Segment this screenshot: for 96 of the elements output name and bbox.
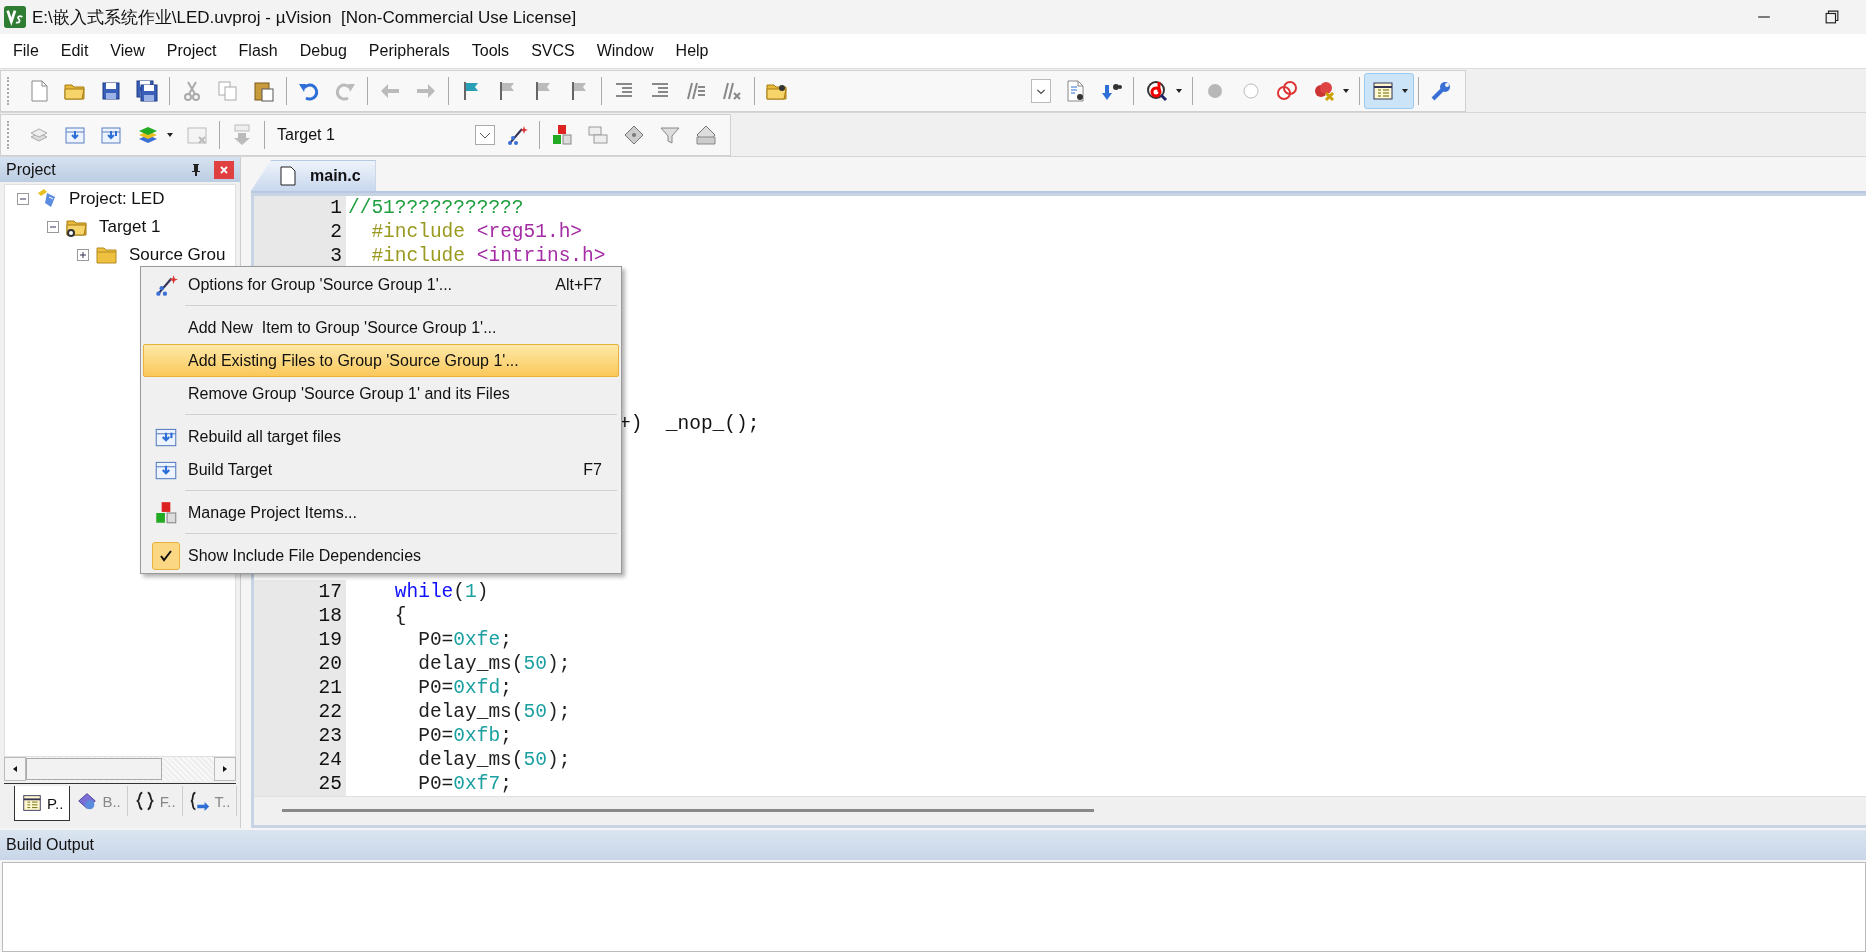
- breakpoints-icon[interactable]: [1275, 78, 1299, 103]
- triangle-left-icon: [11, 765, 19, 773]
- code-line: delay_ms(50);: [417, 653, 571, 675]
- debug-icon: [1145, 78, 1169, 103]
- line-number: 25: [318, 773, 342, 795]
- code-line: while(1): [393, 581, 489, 603]
- code-line: P0=0xfd;: [417, 677, 512, 699]
- code-line: delay_ms(50);: [417, 701, 571, 723]
- shortcut-label: Alt+F7: [555, 275, 602, 294]
- close-button[interactable]: [214, 160, 234, 179]
- code-line: #include <reg51.h>: [370, 221, 583, 243]
- line-number: 20: [318, 653, 342, 675]
- tab-label: T..: [214, 792, 231, 810]
- menu-item-label: Remove Group 'Source Group 1' and its Files: [188, 384, 511, 403]
- line-number: 21: [318, 677, 342, 699]
- panel-tab[interactable]: P..: [14, 786, 71, 821]
- line-number: 23: [318, 725, 342, 747]
- line-number: 17: [318, 581, 342, 603]
- line-number: 1: [330, 197, 342, 219]
- expander-icon[interactable]: [47, 221, 59, 233]
- target-dropdown[interactable]: Target 1: [277, 119, 495, 150]
- line-number: 24: [318, 749, 342, 771]
- code-fragment: +) _nop_();: [618, 413, 760, 435]
- menu-item[interactable]: Help: [664, 42, 720, 60]
- menu-item-label: Options for Group 'Source Group 1'...: [188, 275, 453, 294]
- caret-icon: [166, 130, 174, 139]
- manage-items-icon[interactable]: [550, 122, 574, 147]
- expander-icon[interactable]: [17, 193, 29, 205]
- scroll-thumb[interactable]: [26, 758, 162, 780]
- shortcut-label: F7: [583, 460, 602, 479]
- panel-title: Build Output: [6, 836, 95, 854]
- caret-icon: [1342, 86, 1350, 95]
- menu-item[interactable]: Debug: [288, 42, 358, 60]
- file-tab[interactable]: main.c: [251, 160, 376, 191]
- line-number: 18: [318, 605, 342, 627]
- dropdown-button[interactable]: [1031, 78, 1051, 103]
- menu-item-label: Add New Item to Group 'Source Group 1'...: [188, 318, 498, 337]
- menu-item[interactable]: Project: [155, 42, 228, 60]
- pin-icon[interactable]: [190, 162, 202, 177]
- tree-item[interactable]: Project: LED: [69, 189, 165, 209]
- scroll-thumb[interactable]: [282, 809, 1094, 812]
- context-menu-item[interactable]: Remove Group 'Source Group 1' and its Files: [143, 377, 619, 410]
- code-line: P0=0xfe;: [417, 629, 512, 651]
- project-tab-icon: [21, 792, 43, 814]
- tree-item[interactable]: Target 1: [99, 217, 161, 237]
- panel-title: Project: [6, 160, 56, 179]
- code-line: {: [393, 605, 407, 627]
- menu-item[interactable]: Tools: [460, 42, 521, 60]
- manage-items-icon: [153, 499, 179, 526]
- context-menu-item[interactable]: Rebuild all target files: [143, 420, 619, 453]
- line-number: 2: [330, 221, 342, 243]
- scroll-right-button[interactable]: [214, 757, 236, 781]
- context-menu-item[interactable]: Options for Group 'Source Group 1'... Alt+F7: [143, 268, 619, 301]
- line-number: 22: [318, 701, 342, 723]
- line-number: 19: [318, 629, 342, 651]
- menu-item-label: Rebuild all target files: [188, 427, 342, 446]
- tab-label: F..: [159, 792, 176, 810]
- context-menu-item[interactable]: Manage Project Items...: [143, 496, 619, 529]
- code-line: //51???????????: [347, 197, 524, 219]
- tab-label: P..: [47, 794, 64, 812]
- menu-item-label: Add Existing Files to Group 'Source Group 1'...: [188, 351, 520, 370]
- tree-item[interactable]: Source Grou: [129, 245, 226, 265]
- menu-item-label: Show Include File Dependencies: [188, 546, 423, 565]
- context-menu-item[interactable]: Add New Item to Group 'Source Group 1'...: [143, 311, 619, 344]
- code-line: #include <intrins.h>: [370, 245, 606, 267]
- close-icon: [219, 164, 229, 175]
- menu-item-label: Build Target: [188, 460, 274, 479]
- menu-item[interactable]: File: [2, 42, 50, 60]
- code-line: delay_ms(50);: [417, 749, 571, 771]
- context-menu-item[interactable]: Add Existing Files to Group 'Source Group 1'...: [143, 344, 619, 377]
- caret-icon: [1401, 86, 1409, 95]
- file-icon: [280, 166, 296, 186]
- menu-item[interactable]: Window: [585, 42, 665, 60]
- menu-item[interactable]: Edit: [49, 42, 100, 60]
- context-menu-item[interactable]: Show Include File Dependencies: [143, 539, 619, 572]
- expander-icon[interactable]: [77, 249, 89, 261]
- restore-icon: [1825, 10, 1839, 24]
- tab-label: main.c: [310, 167, 361, 185]
- menu-item-label: Manage Project Items...: [188, 503, 358, 522]
- window-layout-button[interactable]: [1364, 72, 1414, 109]
- save-all-icon[interactable]: [135, 78, 159, 103]
- triangle-right-icon: [221, 765, 229, 773]
- code-line: P0=0xf7;: [417, 773, 512, 795]
- menu-item[interactable]: View: [99, 42, 156, 60]
- tab-label: B..: [102, 792, 121, 810]
- code-line: P0=0xfb;: [417, 725, 512, 747]
- menu-item[interactable]: Peripherals: [357, 42, 461, 60]
- menu-item[interactable]: SVCS: [520, 42, 586, 60]
- app-icon: [4, 6, 26, 28]
- scroll-left-button[interactable]: [4, 757, 26, 781]
- window-title: E:\嵌入式系统作业\LED.uvproj - µVision [Non-Commercial Use License]: [32, 6, 577, 29]
- line-number: 3: [330, 245, 342, 267]
- caret-icon: [1175, 86, 1183, 95]
- menu-item[interactable]: Flash: [227, 42, 289, 60]
- chevron-down-icon: [475, 124, 495, 145]
- context-menu-item[interactable]: Build Target F7: [143, 453, 619, 486]
